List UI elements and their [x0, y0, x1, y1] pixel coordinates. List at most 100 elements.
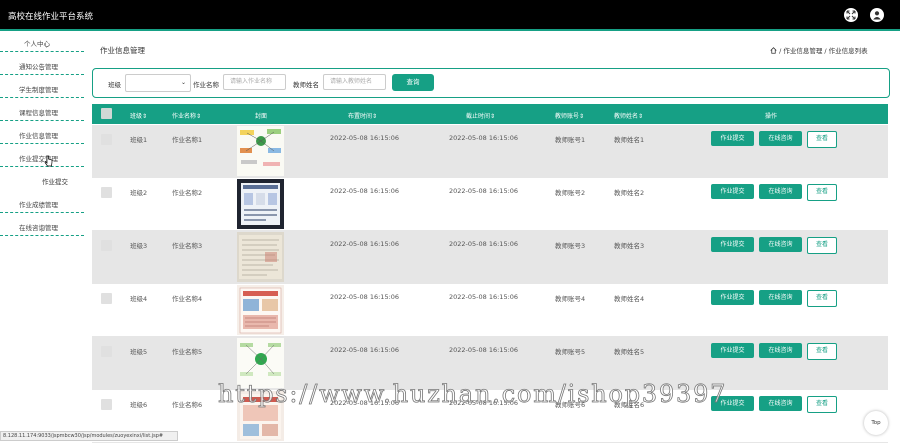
watermark-text: https://www.huzhan.com/ishop39397 — [218, 380, 728, 409]
table-header: 班级⇕ 作业名称⇕ 封面 布置时间⇕ 截止时间⇕ 教师账号⇕ 教师姓名⇕ 操作 — [92, 104, 888, 124]
cell-teacher-account: 教师账号4 — [555, 295, 586, 303]
column-header-teacher-account[interactable]: 教师账号⇕ — [555, 111, 584, 120]
online-consult-button[interactable]: 在线咨询 — [759, 343, 802, 358]
cell-name: 作业名称2 — [172, 189, 203, 197]
view-button[interactable]: 查看 — [807, 131, 837, 148]
view-button[interactable]: 查看 — [807, 343, 837, 360]
submit-homework-button[interactable]: 作业提交 — [711, 184, 754, 199]
sidebar-item-homework-info[interactable]: 作业信息管理 ˅ — [0, 123, 84, 145]
cover-thumbnail[interactable] — [237, 285, 284, 335]
cover-thumbnail[interactable] — [237, 126, 284, 176]
page-title: 作业信息管理 — [100, 46, 145, 55]
online-consult-button[interactable]: 在线咨询 — [759, 237, 802, 252]
row-checkbox[interactable] — [101, 187, 112, 198]
cell-deadline: 2022-05-08 16:15:06 — [449, 187, 519, 195]
cover-thumbnail[interactable] — [237, 179, 284, 229]
cell-name: 作业名称1 — [172, 136, 203, 144]
teacher-name-label: 教师姓名 — [293, 81, 319, 89]
view-button[interactable]: 查看 — [807, 396, 837, 413]
cell-deadline: 2022-05-08 16:15:06 — [449, 346, 519, 354]
sidebar-item-label: 作业信息管理 ˅ — [19, 132, 58, 145]
cell-deadline: 2022-05-08 16:15:06 — [449, 293, 519, 301]
cell-teacher-name: 教师姓名3 — [614, 242, 645, 250]
table-row: 班级2 作业名称2 2022-05-08 16:15:06 2022-05-08… — [92, 178, 888, 231]
cell-assign-time: 2022-05-08 16:15:06 — [330, 187, 400, 195]
expand-icon[interactable] — [844, 8, 858, 22]
user-avatar-icon[interactable] — [870, 8, 884, 22]
view-button[interactable]: 查看 — [807, 237, 837, 254]
submit-homework-button[interactable]: 作业提交 — [711, 343, 754, 358]
row-checkbox[interactable] — [101, 399, 112, 410]
row-checkbox[interactable] — [101, 240, 112, 251]
online-consult-button[interactable]: 在线咨询 — [759, 396, 802, 411]
sidebar-item-courses[interactable]: 课程信息管理 ˅ — [0, 100, 84, 122]
view-button[interactable]: 查看 — [807, 290, 837, 307]
column-header-deadline[interactable]: 截止时间⇕ — [466, 111, 495, 120]
sidebar: 个人中心 ˅ 通知公告管理 ˅ 学生制度管理 ˅ 课程信息管理 ˅ 作业信息管理 ˅ 作业… — [0, 31, 86, 431]
table-row: 班级1 作业名称1 2022-05-08 16:15:06 2022-05-08… — [92, 125, 888, 178]
cell-name: 作业名称4 — [172, 295, 203, 303]
class-label: 班级 — [108, 81, 121, 89]
row-checkbox[interactable] — [101, 293, 112, 304]
cell-class: 班级4 — [130, 295, 148, 303]
teacher-name-input[interactable] — [323, 74, 386, 90]
home-icon[interactable] — [770, 47, 777, 54]
cell-name: 作业名称3 — [172, 242, 203, 250]
row-checkbox[interactable] — [101, 134, 112, 145]
cell-assign-time: 2022-05-08 16:15:06 — [330, 293, 400, 301]
row-checkbox[interactable] — [101, 346, 112, 357]
cell-assign-time: 2022-05-08 16:15:06 — [330, 346, 400, 354]
mouse-cursor-icon — [44, 155, 53, 167]
sidebar-item-label: 作业成绩管理 ˅ — [19, 201, 58, 214]
online-consult-button[interactable]: 在线咨询 — [759, 184, 802, 199]
cell-class: 班级6 — [130, 401, 148, 409]
chevron-down-icon: ⌄ — [180, 79, 186, 86]
homework-name-input[interactable] — [223, 74, 286, 90]
column-header-assign-time[interactable]: 布置时间⇕ — [348, 111, 377, 120]
cell-deadline: 2022-05-08 16:15:06 — [449, 240, 519, 248]
sidebar-item-label: 在线咨询管理 ˅ — [19, 224, 58, 237]
query-button[interactable]: 查询 — [392, 74, 434, 91]
column-header-class[interactable]: 班级⇕ — [130, 111, 147, 120]
sidebar-item-consult[interactable]: 在线咨询管理 ˅ — [0, 215, 84, 237]
cell-teacher-account: 教师账号1 — [555, 136, 586, 144]
sidebar-item-notices[interactable]: 通知公告管理 ˅ — [0, 54, 84, 76]
cell-deadline: 2022-05-08 16:15:06 — [449, 134, 519, 142]
table-row: 班级3 作业名称3 2022-05-08 16:15:06 2022-05-08… — [92, 231, 888, 284]
sidebar-item-label: 个人中心 ˅ — [24, 40, 50, 53]
column-header-teacher-name[interactable]: 教师姓名⇕ — [614, 111, 643, 120]
sidebar-item-grades[interactable]: 作业成绩管理 ˅ — [0, 192, 84, 214]
sidebar-item-profile[interactable]: 个人中心 ˅ — [0, 31, 84, 53]
cell-assign-time: 2022-05-08 16:15:06 — [330, 240, 400, 248]
select-all-checkbox[interactable] — [101, 108, 112, 119]
cell-class: 班级3 — [130, 242, 148, 250]
online-consult-button[interactable]: 在线咨询 — [759, 290, 802, 305]
sidebar-item-label: 通知公告管理 ˅ — [19, 63, 58, 76]
cell-class: 班级5 — [130, 348, 148, 356]
submit-homework-button[interactable]: 作业提交 — [711, 131, 754, 146]
cell-class: 班级2 — [130, 189, 148, 197]
header-accent-line — [0, 29, 900, 31]
top-bar: 高校在线作业平台系统 — [0, 0, 900, 29]
view-button[interactable]: 查看 — [807, 184, 837, 201]
cell-assign-time: 2022-05-08 16:15:06 — [330, 134, 400, 142]
sidebar-item-student-rules[interactable]: 学生制度管理 ˅ — [0, 77, 84, 99]
column-header-name[interactable]: 作业名称⇕ — [172, 111, 201, 120]
breadcrumb: / 作业信息管理 / 作业信息列表 — [770, 45, 868, 55]
sidebar-item-homework-submit[interactable]: 作业提交管理 ˅ — [0, 146, 84, 168]
breadcrumb-path: / 作业信息管理 / 作业信息列表 — [779, 47, 868, 55]
back-to-top-button[interactable]: Top — [864, 411, 888, 435]
sidebar-subitem-homework-submit[interactable]: 作业提交 — [42, 176, 68, 186]
cell-teacher-name: 教师姓名4 — [614, 295, 645, 303]
submit-homework-button[interactable]: 作业提交 — [711, 290, 754, 305]
homework-name-label: 作业名称 — [193, 81, 219, 89]
search-panel: 班级 ⌄ 作业名称 教师姓名 查询 — [92, 68, 890, 98]
class-select[interactable]: ⌄ — [125, 74, 191, 92]
submit-homework-button[interactable]: 作业提交 — [711, 237, 754, 252]
cell-teacher-name: 教师姓名5 — [614, 348, 645, 356]
cover-thumbnail[interactable] — [237, 232, 284, 282]
cell-teacher-account: 教师账号3 — [555, 242, 586, 250]
online-consult-button[interactable]: 在线咨询 — [759, 131, 802, 146]
cell-class: 班级1 — [130, 136, 148, 144]
app-title: 高校在线作业平台系统 — [8, 12, 94, 22]
